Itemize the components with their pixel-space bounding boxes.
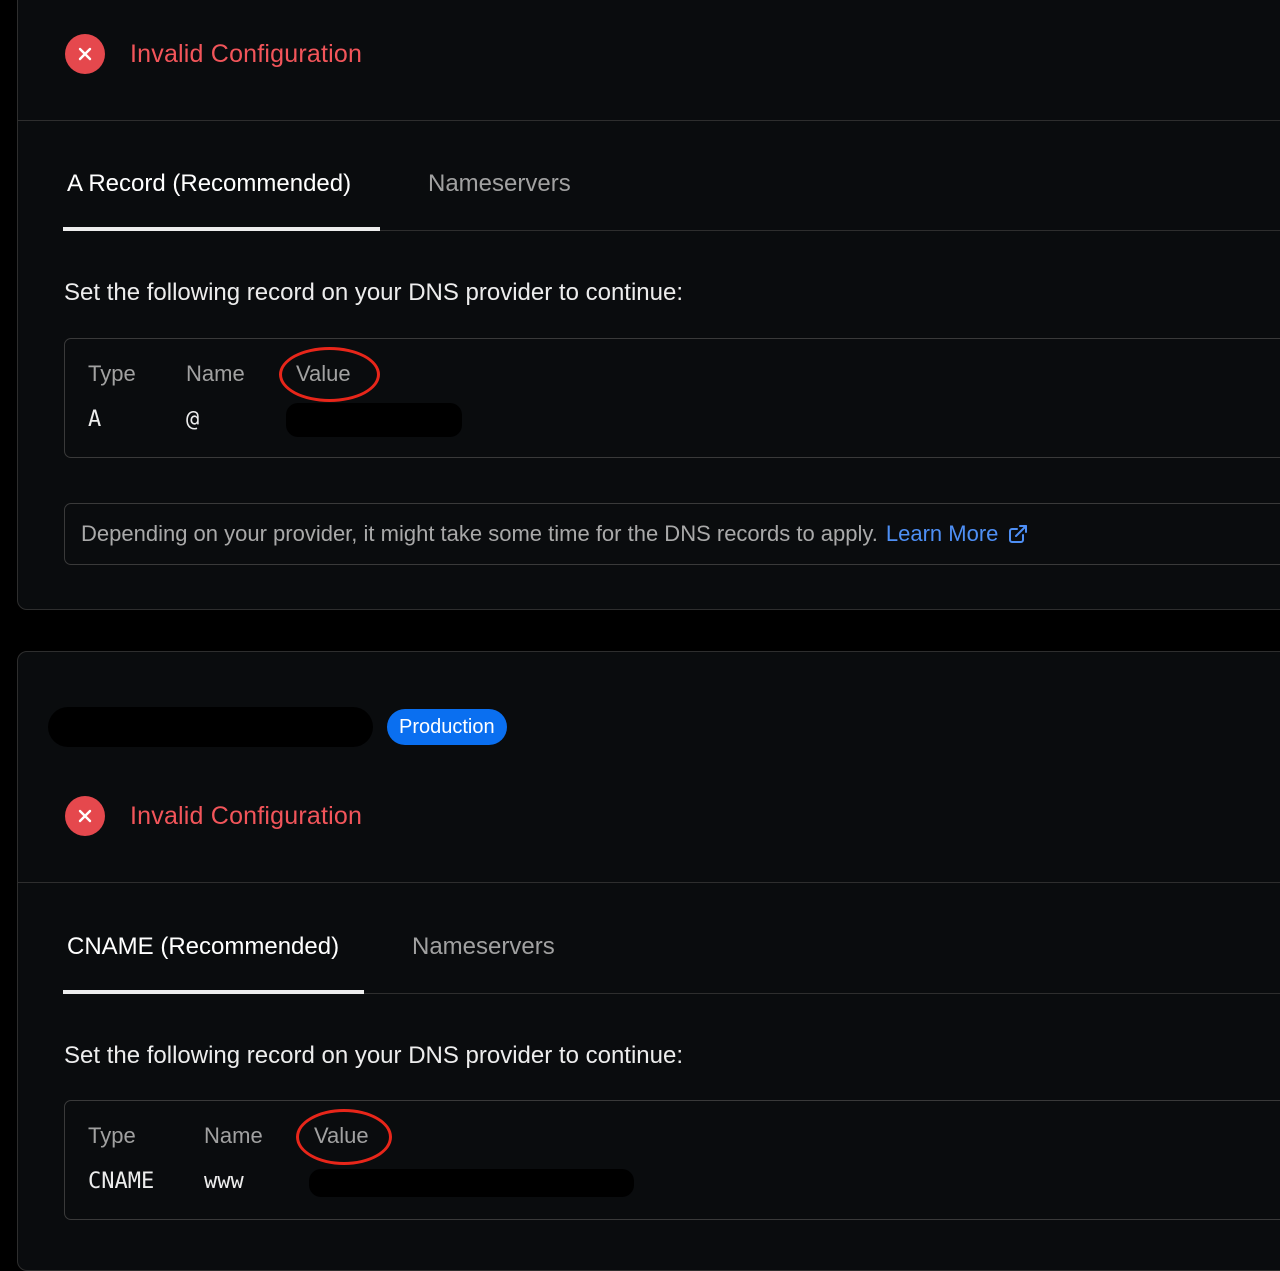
column-header-name: Name (186, 361, 245, 386)
domain-header: Production (48, 707, 507, 747)
record-value-redacted (286, 403, 462, 437)
dns-record-table: Type Name Value A @ (64, 338, 1280, 458)
column-header-type: Type (88, 1123, 136, 1148)
column-header-type: Type (88, 361, 136, 386)
record-name-value[interactable]: www (204, 1169, 244, 1194)
record-type-tabs: CNAME (Recommended) Nameservers (63, 913, 1280, 994)
tab-a-record[interactable]: A Record (Recommended) (67, 150, 351, 230)
record-name-value[interactable]: @ (186, 407, 199, 432)
environment-badge: Production (387, 709, 507, 745)
error-x-circle-icon (65, 34, 105, 74)
instruction-text: Set the following record on your DNS pro… (64, 1042, 683, 1069)
tab-cname[interactable]: CNAME (Recommended) (67, 913, 339, 993)
tab-nameservers[interactable]: Nameservers (428, 150, 571, 230)
propagation-note: Depending on your provider, it might tak… (64, 503, 1280, 565)
learn-more-label: Learn More (885, 521, 999, 546)
record-type-tabs: A Record (Recommended) Nameservers (63, 150, 1280, 231)
note-text: Depending on your provider, it might tak… (81, 521, 878, 546)
divider (18, 882, 1280, 883)
domain-config-card: Invalid Configuration A Record (Recommen… (17, 0, 1280, 610)
status-row: Invalid Configuration (65, 34, 362, 74)
status-row: Invalid Configuration (65, 796, 362, 836)
record-type-value[interactable]: CNAME (88, 1169, 154, 1194)
annotation-circle (296, 1109, 392, 1165)
instruction-text: Set the following record on your DNS pro… (64, 279, 683, 306)
error-x-circle-icon (65, 796, 105, 836)
status-label: Invalid Configuration (130, 39, 363, 68)
active-tab-indicator (63, 227, 380, 231)
tab-nameservers[interactable]: Nameservers (412, 913, 555, 993)
column-header-name: Name (204, 1123, 263, 1148)
learn-more-link[interactable]: Learn More (886, 521, 1029, 547)
divider (18, 120, 1280, 121)
active-tab-indicator (63, 990, 364, 994)
status-label: Invalid Configuration (130, 801, 363, 830)
record-value-redacted (309, 1169, 634, 1197)
record-type-value[interactable]: A (88, 407, 101, 432)
domain-config-card: Production Invalid Configuration CNAME (… (17, 651, 1280, 1271)
annotation-circle (279, 347, 380, 402)
dns-record-table: Type Name Value CNAME www (64, 1100, 1280, 1220)
external-link-icon (1009, 525, 1028, 543)
domain-name-redacted (48, 707, 373, 747)
